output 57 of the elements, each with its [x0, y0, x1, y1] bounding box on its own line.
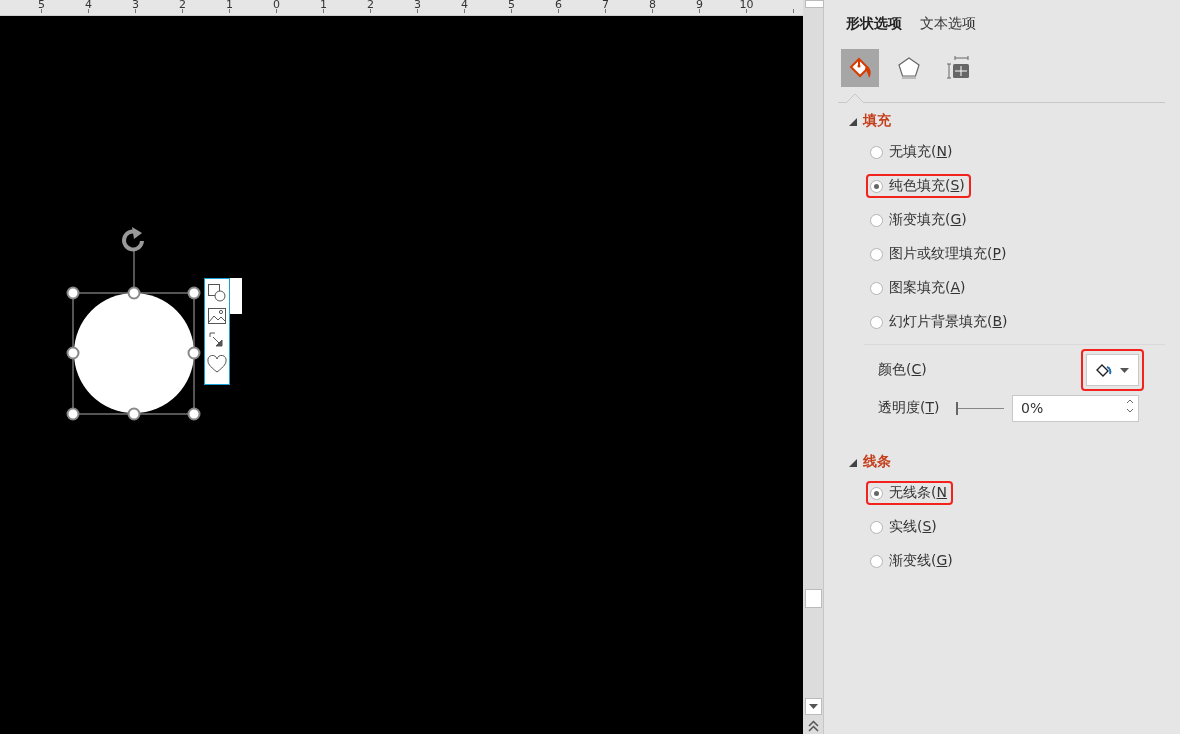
ruler-number: 8	[648, 0, 657, 13]
radio-button[interactable]	[870, 213, 883, 227]
heart-icon[interactable]	[207, 355, 227, 375]
option-label: 纯色填充(S)	[889, 177, 965, 195]
option-label: 幻灯片背景填充(B)	[889, 313, 1008, 331]
pane-tab[interactable]: 形状选项	[844, 14, 904, 36]
radio-button[interactable]	[870, 281, 883, 295]
color-label: 颜色(C)	[878, 361, 927, 379]
previous-slide-icon[interactable]	[808, 720, 819, 732]
category-tab[interactable]	[841, 49, 879, 87]
image-icon[interactable]	[207, 307, 227, 327]
scroll-down-button[interactable]	[805, 698, 822, 715]
ruler-number: 4	[84, 0, 93, 13]
ruler-number: 3	[413, 0, 422, 13]
scrollbar-thumb[interactable]	[805, 589, 822, 608]
ruler-number: 1	[225, 0, 234, 13]
ruler-number: 3	[131, 0, 140, 13]
ruler-number: 0	[272, 0, 281, 13]
paint-bucket-icon	[848, 56, 872, 80]
option-label: 无填充(N)	[889, 143, 953, 161]
selection-frame[interactable]	[66, 249, 201, 421]
paint-bucket-icon	[1096, 363, 1112, 377]
radio-button[interactable]	[870, 179, 883, 193]
ruler-number: 2	[366, 0, 375, 13]
radio-button[interactable]	[870, 520, 883, 534]
ruler-number: 5	[507, 0, 516, 13]
section-header[interactable]: 填充	[863, 112, 891, 130]
rotate-handle-icon	[122, 227, 144, 252]
option-label: 图案填充(A)	[889, 279, 966, 297]
pane-tab[interactable]: 文本选项	[918, 14, 978, 36]
radio-button[interactable]	[870, 315, 883, 329]
ruler-number: 9	[695, 0, 704, 13]
radio-button[interactable]	[870, 486, 883, 500]
section-header[interactable]: 线条	[863, 453, 891, 471]
option-label: 无线条(N	[889, 484, 947, 502]
spinner-arrows-icon	[1126, 397, 1134, 414]
radio-button[interactable]	[870, 554, 883, 568]
ruler-number: 2	[178, 0, 187, 13]
option-label: 图片或纹理填充(P)	[889, 245, 1007, 263]
size-position-icon	[946, 56, 970, 80]
option-label: 渐变填充(G)	[889, 211, 967, 229]
caret-icon	[809, 704, 818, 709]
transparency-input[interactable]: 0%	[1012, 394, 1139, 422]
pentagon-icon	[897, 56, 921, 80]
ruler-number: 5	[37, 0, 46, 13]
ruler-number: 10	[738, 0, 755, 13]
radio-button[interactable]	[870, 145, 883, 159]
caret-icon	[1120, 367, 1129, 373]
ruler-number: 7	[601, 0, 610, 13]
ruler-number: 6	[554, 0, 563, 13]
option-label: 渐变线(G)	[889, 552, 953, 570]
option-label: 实线(S)	[889, 518, 937, 536]
shapes-icon[interactable]	[207, 283, 227, 303]
transparency-label: 透明度(T)	[878, 399, 941, 417]
radio-button[interactable]	[870, 247, 883, 261]
ruler-number: 4	[460, 0, 469, 13]
ruler-number: 1	[319, 0, 328, 13]
